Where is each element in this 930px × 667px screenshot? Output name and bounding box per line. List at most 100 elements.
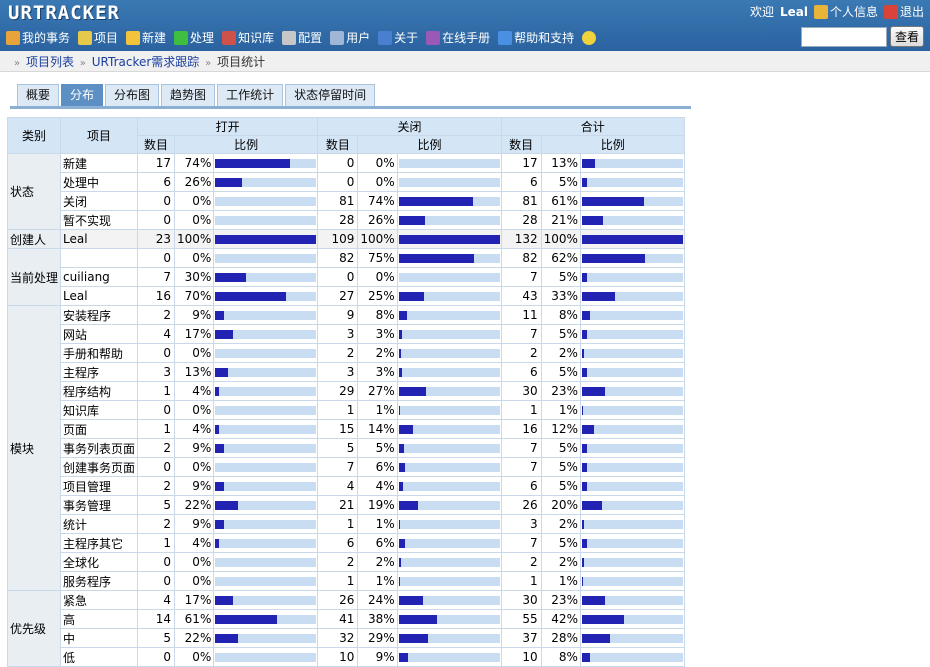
breadcrumb-project-list[interactable]: 项目列表 (26, 55, 74, 69)
ratio-bar-track (581, 196, 683, 206)
table-row: 事务列表页面 2 9% 5 5% 7 5% (8, 438, 685, 458)
tab[interactable]: 趋势图 (161, 84, 216, 106)
closed-ratio-bar-cell (396, 381, 502, 401)
menu-item[interactable]: 项目 (78, 29, 118, 46)
menu-item[interactable]: 新建 (126, 29, 166, 46)
closed-ratio-bar-cell (396, 609, 502, 629)
logout-link[interactable]: 退出 (883, 3, 924, 20)
header-total: 合计 (500, 117, 685, 136)
search-input[interactable] (801, 27, 887, 47)
tab[interactable]: 工作统计 (217, 84, 284, 106)
table-row: 关闭 0 0% 81 74% 81 61% (8, 191, 685, 211)
open-ratio-cell: 0% (174, 248, 215, 268)
ratio-bar-track (398, 234, 500, 244)
item-cell: 全球化 (60, 552, 139, 572)
closed-count-cell: 6 (317, 533, 359, 553)
closed-count-cell: 27 (317, 286, 359, 306)
total-ratio-bar-cell (579, 647, 685, 667)
breadcrumb-separator: » (14, 58, 21, 69)
ratio-bar-track (215, 215, 317, 225)
logout-label: 退出 (899, 5, 924, 19)
closed-count-cell: 4 (317, 476, 359, 496)
ratio-bar-track (215, 443, 317, 453)
menu-item[interactable]: 帮助和支持 (498, 29, 574, 46)
ratio-bar-fill (215, 538, 220, 548)
star-icon[interactable] (582, 30, 597, 45)
ratio-bar-fill (581, 158, 596, 168)
ratio-bar-fill (581, 576, 583, 586)
table-row: 手册和帮助 0 0% 2 2% 2 2% (8, 343, 685, 363)
ratio-bar-fill (398, 595, 423, 605)
menu-item[interactable]: 用户 (330, 29, 370, 46)
tab[interactable]: 状态停留时间 (285, 84, 376, 106)
menu-item-label: 我的事务 (22, 31, 71, 45)
open-count-cell: 1 (137, 419, 176, 439)
closed-ratio-cell: 8% (357, 305, 398, 325)
header-open-count: 数目 (137, 135, 176, 154)
ratio-bar-fill (398, 424, 413, 434)
open-ratio-bar-cell (213, 267, 319, 287)
ratio-bar-fill (398, 367, 402, 377)
ratio-bar-track (398, 481, 500, 491)
ratio-bar-track (398, 253, 500, 263)
ratio-bar-fill (398, 557, 401, 567)
ratio-bar-track (398, 177, 500, 187)
ratio-bar-fill (215, 519, 225, 529)
table-row: 主程序其它 1 4% 6 6% 7 5% (8, 533, 685, 553)
total-ratio-bar-cell (579, 400, 685, 420)
gear-icon (282, 30, 297, 45)
menu-item[interactable]: 我的事务 (6, 29, 70, 46)
profile-link[interactable]: 个人信息 (813, 3, 878, 20)
ratio-bar-fill (581, 614, 625, 624)
closed-ratio-bar-cell (396, 457, 502, 477)
ratio-bar-fill (398, 405, 400, 415)
menu-item[interactable]: 关于 (378, 29, 418, 46)
table-row: 处理中 6 26% 0 0% 6 5% (8, 172, 685, 192)
help-icon (498, 30, 513, 45)
search-button[interactable]: 查看 (890, 26, 924, 47)
open-ratio-bar-cell (213, 286, 319, 306)
menu-item[interactable]: 处理 (174, 29, 214, 46)
total-count-cell: 6 (500, 362, 542, 382)
ratio-bar-track (215, 595, 317, 605)
closed-count-cell: 1 (317, 514, 359, 534)
total-count-cell: 1 (500, 571, 542, 591)
total-count-cell: 7 (500, 533, 542, 553)
breadcrumb-project[interactable]: URTracker需求跟踪 (92, 55, 200, 69)
tab[interactable]: 概要 (17, 84, 60, 106)
ratio-bar-track (215, 424, 317, 434)
total-ratio-bar-cell (579, 533, 685, 553)
open-ratio-cell: 9% (174, 305, 215, 325)
ratio-bar-track (581, 158, 683, 168)
open-ratio-bar-cell (213, 552, 319, 572)
total-count-cell: 2 (500, 343, 542, 363)
item-cell: 统计 (60, 514, 139, 534)
open-ratio-cell: 26% (174, 172, 215, 192)
menu-item-label: 帮助和支持 (514, 31, 575, 45)
closed-ratio-bar-cell (396, 647, 502, 667)
menu-item[interactable]: 在线手册 (426, 29, 490, 46)
total-count-cell: 7 (500, 267, 542, 287)
tab[interactable]: 分布 (61, 84, 104, 106)
closed-ratio-cell: 1% (357, 400, 398, 420)
ratio-bar-fill (581, 386, 606, 396)
menu-item[interactable]: 配置 (282, 29, 322, 46)
total-count-cell: 7 (500, 457, 542, 477)
ratio-bar-fill (581, 367, 588, 377)
ratio-bar-fill (398, 329, 402, 339)
ratio-bar-fill (398, 234, 500, 244)
category-cell: 模块 (6, 305, 62, 591)
open-ratio-cell: 4% (174, 533, 215, 553)
header-closed-ratio: 比例 (357, 135, 502, 154)
menu-item[interactable]: 知识库 (222, 29, 274, 46)
closed-count-cell: 41 (317, 609, 359, 629)
open-ratio-bar-cell (213, 495, 319, 515)
total-ratio-cell: 12% (540, 419, 581, 439)
table-row: 状态 新建 17 74% 0 0% 17 13% (6, 153, 685, 230)
tab[interactable]: 分布图 (105, 84, 160, 106)
app-logo[interactable]: URTRACKER (8, 2, 120, 24)
ratio-bar-fill (398, 481, 403, 491)
closed-ratio-cell: 19% (357, 495, 398, 515)
closed-ratio-bar-cell (396, 438, 502, 458)
header-total-count: 数目 (500, 135, 542, 154)
